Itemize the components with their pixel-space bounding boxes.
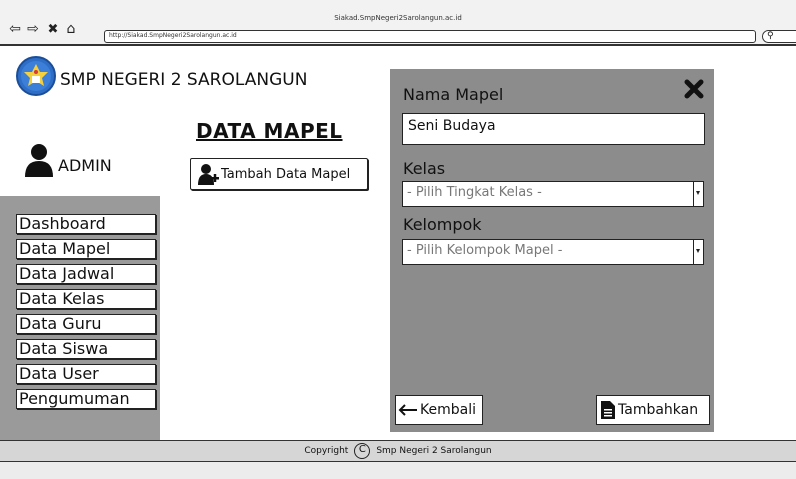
add-mapel-button[interactable]: Tambah Data Mapel (190, 158, 368, 190)
browser-page-title: Siakad.SmpNegeri2Sarolangun.ac.id (334, 14, 462, 22)
kelas-select-value: - Pilih Tingkat Kelas - (407, 185, 542, 200)
logo-emblem-icon (21, 61, 51, 91)
browser-search-field[interactable]: ⚲ (762, 30, 796, 43)
sidebar-item-data-siswa[interactable]: Data Siswa (16, 339, 156, 359)
sidebar-item-data-jadwal[interactable]: Data Jadwal (16, 264, 156, 284)
kelompok-select[interactable]: - Pilih Kelompok Mapel - (402, 239, 704, 265)
school-name: SMP NEGERI 2 SAROLANGUN (60, 70, 308, 90)
add-mapel-button-label: Tambah Data Mapel (221, 166, 351, 182)
document-icon (601, 401, 615, 419)
sidebar-item-data-guru[interactable]: Data Guru (16, 314, 156, 334)
sidebar-item-data-kelas[interactable]: Data Kelas (16, 289, 156, 309)
add-user-icon (198, 164, 219, 185)
sidebar-item-data-user[interactable]: Data User (16, 364, 156, 384)
sidebar-item-pengumuman[interactable]: Pengumuman (16, 389, 156, 409)
submit-button-label: Tambahkan (618, 402, 699, 418)
search-icon: ⚲ (767, 31, 774, 41)
copyright-icon: C (354, 443, 371, 459)
chevron-down-icon[interactable] (693, 182, 703, 206)
kelas-select[interactable]: - Pilih Tingkat Kelas - (402, 181, 704, 207)
footer: Copyright C Smp Negeri 2 Sarolangun (0, 440, 796, 462)
submit-button[interactable]: Tambahkan (596, 395, 710, 425)
admin-label: ADMIN (58, 156, 112, 175)
kelompok-label: Kelompok (403, 215, 482, 234)
close-icon[interactable] (684, 79, 704, 99)
home-icon[interactable]: ⌂ (64, 22, 78, 36)
chevron-down-icon[interactable] (693, 240, 703, 264)
back-button[interactable]: Kembali (395, 395, 483, 425)
kelompok-select-value: - Pilih Kelompok Mapel - (407, 243, 563, 258)
user-icon (24, 143, 54, 177)
browser-status-bar (0, 462, 796, 479)
back-button-label: Kembali (420, 402, 476, 418)
close-x-icon[interactable]: ✖ (46, 22, 60, 36)
url-bar[interactable]: http://Siakad.SmpNegeri2Sarolangun.ac.id (104, 30, 756, 43)
page-title: DATA MAPEL (196, 119, 343, 143)
arrow-left-icon (398, 404, 417, 416)
school-logo (16, 56, 56, 96)
copyright-owner: Smp Negeri 2 Sarolangun (376, 446, 492, 456)
sidebar-item-data-mapel[interactable]: Data Mapel (16, 239, 156, 259)
forward-arrow-icon[interactable]: ⇨ (26, 22, 40, 36)
kelas-label: Kelas (403, 159, 446, 178)
copyright-text: Copyright (304, 446, 349, 456)
nama-mapel-input[interactable]: Seni Budaya (402, 113, 705, 145)
sidebar-item-dashboard[interactable]: Dashboard (16, 214, 156, 234)
add-mapel-form-panel: Nama Mapel Seni Budaya Kelas - Pilih Tin… (390, 69, 714, 432)
nama-mapel-label: Nama Mapel (403, 85, 504, 104)
back-arrow-icon[interactable]: ⇦ (8, 22, 22, 36)
